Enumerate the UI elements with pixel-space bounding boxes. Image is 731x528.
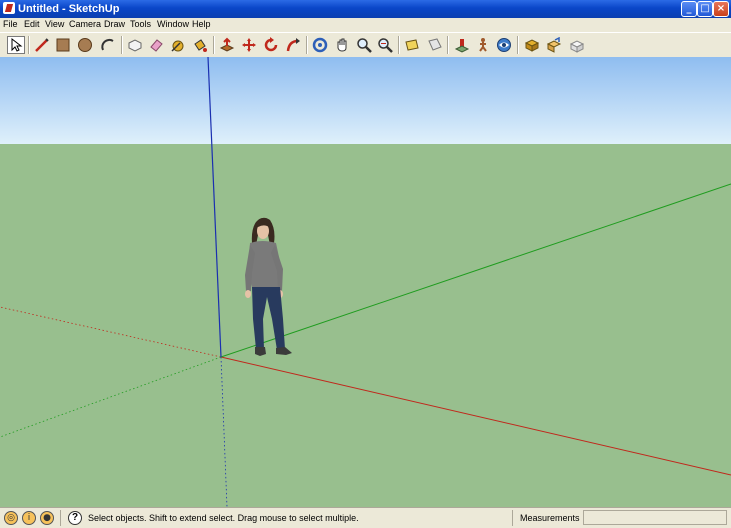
push-pull-icon[interactable] — [218, 36, 236, 54]
walk-tool-icon[interactable] — [474, 36, 492, 54]
tape-measure-icon[interactable] — [169, 36, 187, 54]
measurements-input[interactable] — [583, 510, 727, 525]
maximize-button[interactable]: □ — [697, 1, 713, 17]
sketchup-logo-icon — [3, 2, 15, 14]
follow-me-icon[interactable] — [284, 36, 302, 54]
share-model-icon[interactable] — [545, 36, 563, 54]
scene-canvas[interactable] — [0, 57, 731, 507]
select-tool-icon[interactable] — [7, 36, 25, 54]
user-account-icon[interactable]: ● — [40, 511, 54, 525]
pan-tool-icon[interactable] — [333, 36, 351, 54]
credits-icon[interactable]: i — [22, 511, 36, 525]
look-around-icon[interactable] — [495, 36, 513, 54]
menu-view[interactable]: View — [45, 19, 64, 30]
position-camera-icon[interactable] — [453, 36, 471, 54]
menu-tools[interactable]: Tools — [130, 19, 151, 30]
menu-edit[interactable]: Edit — [24, 19, 40, 30]
menu-camera[interactable]: Camera — [69, 19, 101, 30]
circle-tool-icon[interactable] — [76, 36, 94, 54]
menu-bar: File Edit View Camera Draw Tools Window … — [0, 18, 731, 31]
sky — [0, 57, 731, 144]
ground — [0, 144, 731, 507]
arc-tool-icon[interactable] — [99, 36, 117, 54]
orbit-tool-icon[interactable] — [311, 36, 329, 54]
rotate-tool-icon[interactable] — [262, 36, 280, 54]
menu-help[interactable]: Help — [192, 19, 211, 30]
menu-draw[interactable]: Draw — [104, 19, 125, 30]
main-toolbar — [0, 32, 731, 58]
menu-window[interactable]: Window — [157, 19, 189, 30]
rectangle-tool-icon[interactable] — [54, 36, 72, 54]
minimize-button[interactable]: _ — [681, 1, 697, 17]
geo-location-icon[interactable]: ◎ — [4, 511, 18, 525]
status-bar: ◎ i ● ? Select objects. Shift to extend … — [0, 507, 731, 528]
zoom-tool-icon[interactable] — [355, 36, 373, 54]
display-section-planes-icon[interactable] — [426, 36, 444, 54]
3d-viewport[interactable] — [0, 57, 731, 507]
paint-bucket-icon[interactable] — [191, 36, 209, 54]
title-bar[interactable]: Untitled - SketchUp _ □ × — [0, 0, 731, 18]
line-tool-icon[interactable] — [33, 36, 51, 54]
menu-file[interactable]: File — [3, 19, 18, 30]
make-3d-warehouse-icon[interactable] — [568, 36, 586, 54]
help-icon[interactable]: ? — [68, 511, 82, 525]
move-tool-icon[interactable] — [240, 36, 258, 54]
zoom-extents-icon[interactable] — [376, 36, 394, 54]
get-models-icon[interactable] — [523, 36, 541, 54]
window-title: Untitled - SketchUp — [18, 3, 120, 15]
status-message: Select objects. Shift to extend select. … — [88, 513, 359, 523]
section-plane-icon[interactable] — [403, 36, 421, 54]
measurements-label: Measurements — [520, 513, 580, 523]
eraser-tool-icon[interactable] — [147, 36, 165, 54]
close-button[interactable]: × — [713, 1, 729, 17]
make-component-icon[interactable] — [126, 36, 144, 54]
